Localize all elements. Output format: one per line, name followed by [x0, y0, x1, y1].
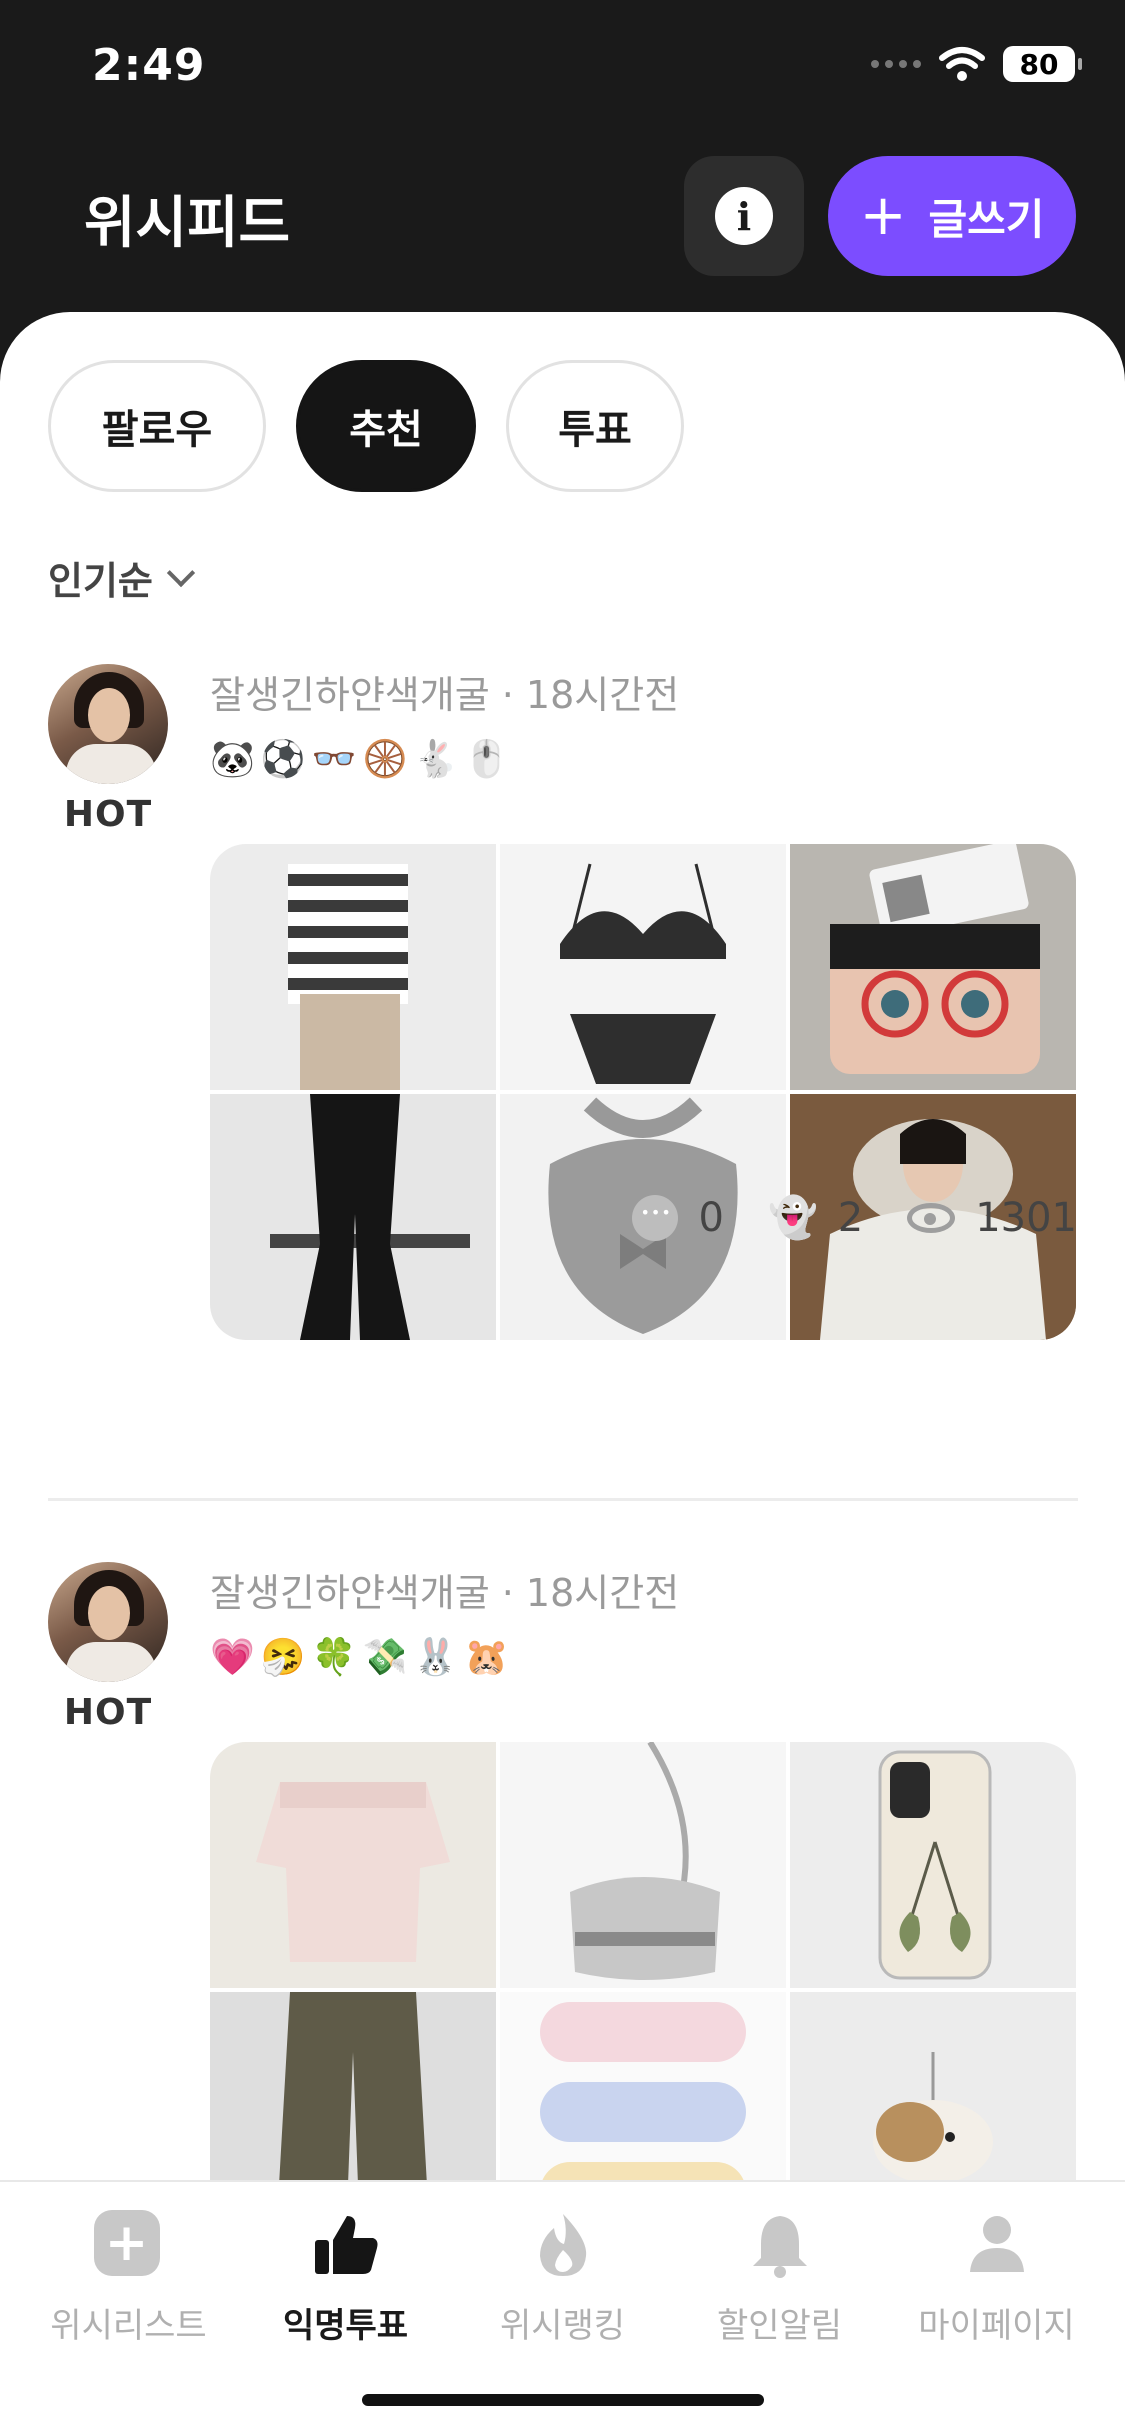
feed-post[interactable]: HOT 잘생긴하얀색개굴 · 18시간전 🐼⚽👓🛞🐇🖱️ ••• 0 👻 2 1…: [0, 664, 1125, 1494]
comment-count-value: 0: [698, 1194, 724, 1241]
feed-tabs: 팔로우 추천 투표: [48, 360, 684, 492]
product-image-grid[interactable]: [210, 1742, 1076, 2238]
signal-icon: [871, 60, 921, 68]
hot-badge: HOT: [63, 794, 153, 835]
tab-follow[interactable]: 팔로우: [48, 360, 266, 492]
eye-icon: [907, 1202, 956, 1233]
post-divider: [48, 1498, 1078, 1501]
home-indicator: [362, 2394, 764, 2406]
product-image-grid[interactable]: [210, 844, 1076, 1340]
post-meta: 잘생긴하얀색개굴 · 18시간전: [210, 1571, 680, 1615]
nav-wishlist[interactable]: + 위시리스트: [29, 2210, 229, 2347]
tab-recommend[interactable]: 추천: [296, 360, 476, 492]
sort-label: 인기순: [48, 559, 153, 603]
nav-discount-alerts[interactable]: 할인알림: [680, 2210, 880, 2347]
product-image-face-pouch[interactable]: [790, 844, 1076, 1090]
comment-count[interactable]: 0: [632, 1194, 724, 1241]
write-button[interactable]: + 글쓰기: [828, 156, 1076, 276]
view-count-value: 1301: [975, 1194, 1077, 1241]
info-icon: i: [715, 187, 773, 245]
person-icon: [962, 2210, 1032, 2280]
tab-vote[interactable]: 투표: [506, 360, 684, 492]
ghost-icon: 👻: [767, 1195, 818, 1241]
battery-icon: 80: [1003, 46, 1082, 82]
nav-discount-alerts-label: 할인알림: [716, 2306, 843, 2346]
page-title: 위시피드: [84, 191, 291, 256]
fire-icon: [528, 2210, 598, 2280]
post-meta: 잘생긴하얀색개굴 · 18시간전: [210, 673, 680, 717]
avatar[interactable]: [48, 664, 168, 784]
post-emojis: 🐼⚽👓🛞🐇🖱️: [210, 739, 515, 780]
status-time: 2:49: [92, 40, 206, 91]
write-button-label: 글쓰기: [928, 194, 1045, 244]
sort-dropdown[interactable]: 인기순: [48, 550, 196, 605]
post-emojis: 💗🤧🍀💸🐰🐹: [210, 1637, 515, 1678]
plus-icon: +: [859, 183, 907, 248]
product-image-phone-case[interactable]: [790, 1742, 1076, 1988]
product-image-flare-pants[interactable]: [210, 1094, 496, 1340]
wifi-icon: [939, 47, 985, 81]
app-header: 위시피드 i + 글쓰기: [0, 150, 1125, 280]
hot-badge: HOT: [63, 1692, 153, 1733]
nav-my-page[interactable]: 마이페이지: [897, 2210, 1097, 2347]
comment-icon: [632, 1194, 679, 1241]
ghost-count[interactable]: 👻 2: [767, 1194, 864, 1242]
nav-wish-ranking[interactable]: 위시랭킹: [463, 2210, 663, 2347]
product-image-silver-bag[interactable]: [500, 1742, 786, 1988]
info-button[interactable]: i: [684, 156, 804, 276]
view-count: 1301: [907, 1195, 1077, 1241]
plus-square-icon: +: [93, 2210, 164, 2280]
product-image-striped-sweater[interactable]: [210, 844, 496, 1090]
nav-anonymous-vote-label: 익명투표: [282, 2306, 409, 2346]
nav-wishlist-label: 위시리스트: [50, 2306, 207, 2346]
feed-sheet: 팔로우 추천 투표 인기순 HOT 잘생긴하얀색개굴 · 18시간전 🐼⚽👓🛞🐇…: [0, 312, 1125, 2436]
nav-my-page-label: 마이페이지: [918, 2306, 1075, 2346]
product-image-dotted-lingerie[interactable]: [500, 844, 786, 1090]
status-bar: 2:49 80: [0, 0, 1125, 130]
nav-anonymous-vote[interactable]: 익명투표: [246, 2210, 446, 2347]
product-image-pink-sweater[interactable]: [210, 1742, 496, 1988]
chevron-down-icon: [166, 558, 196, 587]
post-stats: 0 👻 2 1301: [610, 1194, 1077, 1241]
thumbs-up-icon: [311, 2210, 381, 2280]
nav-wish-ranking-label: 위시랭킹: [499, 2306, 626, 2346]
ghost-count-value: 2: [837, 1194, 864, 1241]
status-indicators: 80: [871, 46, 1082, 82]
avatar[interactable]: [48, 1562, 168, 1682]
bell-icon: [745, 2210, 815, 2280]
